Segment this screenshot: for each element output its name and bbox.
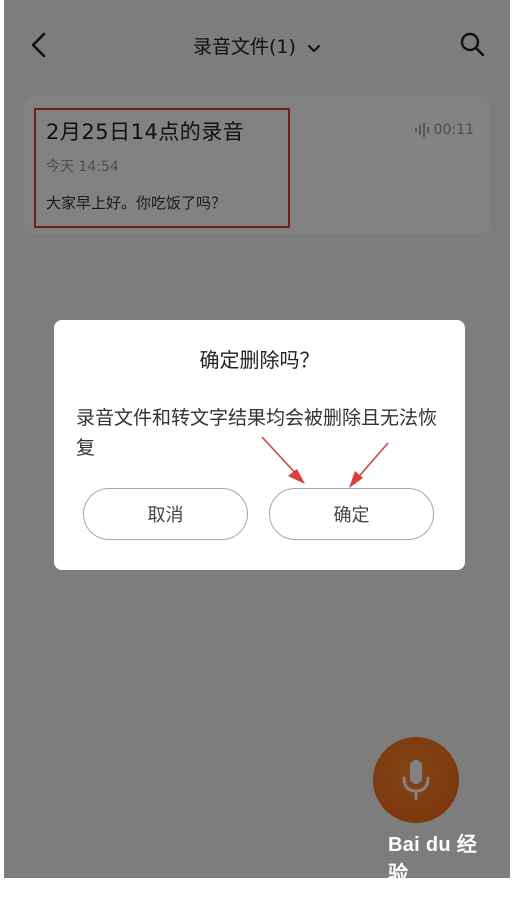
app-screen: 录音文件(1) 2月25日14点的录音 今天 14:54 大家早上好。你吃饭了吗… [4,0,510,878]
confirm-button[interactable]: 确定 [269,488,434,540]
dialog-title: 确定删除吗？ [199,348,320,372]
watermark-url: jingyan.baidu.com [388,888,490,901]
baidu-jingyan-watermark: Bai du 经验 jingyan.baidu.com [388,828,492,901]
cancel-button[interactable]: 取消 [83,488,248,540]
delete-confirm-dialog: 确定删除吗？ 录音文件和转文字结果均会被删除且无法恢复 取消 确定 [54,320,465,570]
watermark-logo: Bai du 经验 [388,834,478,885]
dialog-message: 录音文件和转文字结果均会被删除且无法恢复 [76,407,438,459]
